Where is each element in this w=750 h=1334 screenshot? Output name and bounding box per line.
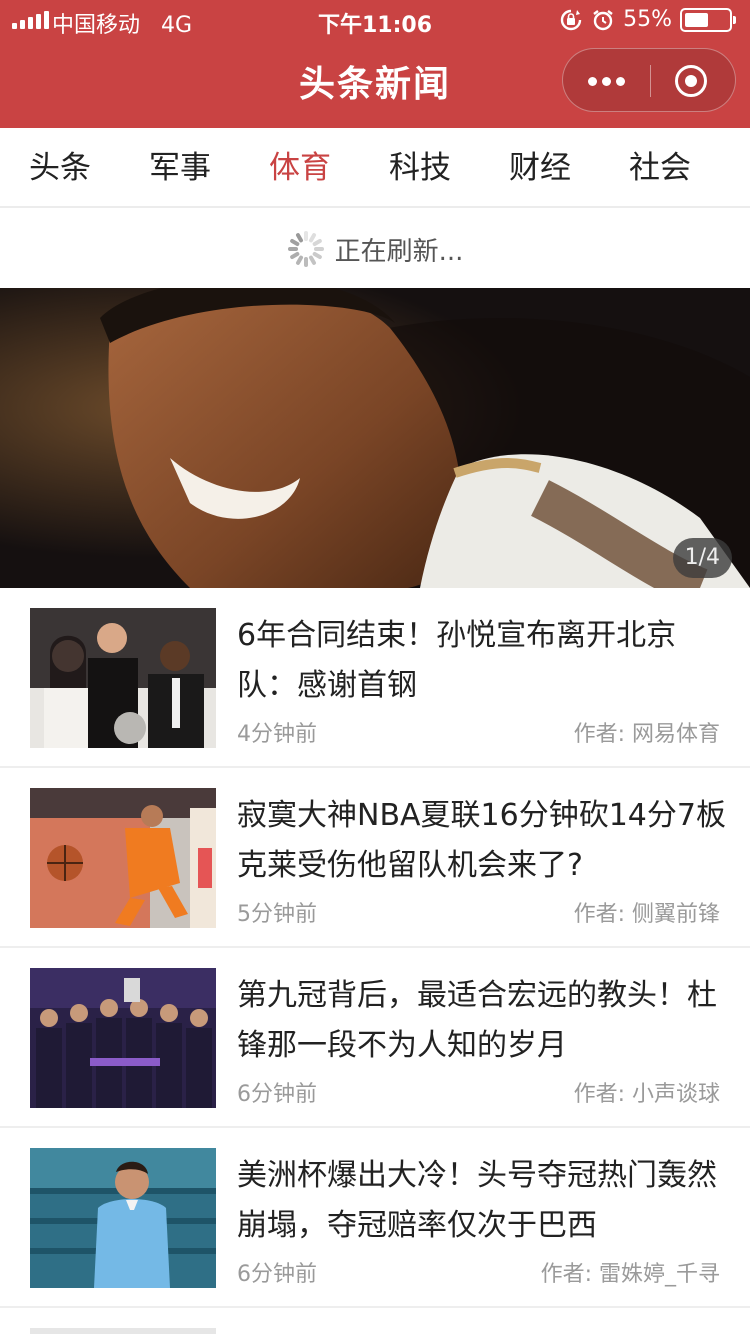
news-item[interactable]: 第九冠背后，最适合宏远的教头！杜锋那一段不为人知的岁月 6分钟前 作者: 小声谈… (0, 948, 750, 1128)
tab-military[interactable]: 军事 (120, 128, 240, 206)
news-title: 6年合同结束！孙悦宣布离开北京队：感谢首钢 (237, 618, 677, 703)
tab-finance[interactable]: 财经 (480, 128, 600, 206)
news-thumbnail (30, 608, 216, 748)
news-author: 作者: 网易体育 (573, 722, 720, 747)
spinner-tick (313, 247, 324, 251)
news-time: 5分钟前 (237, 902, 317, 927)
news-item[interactable]: 寂寞大神NBA夏联16分钟砍14分7板 克莱受伤他留队机会来了? 5分钟前 作者… (0, 768, 750, 948)
news-time: 6分钟前 (237, 1082, 317, 1107)
battery-percent: 55% (623, 7, 672, 32)
tab-headline[interactable]: 头条 (0, 128, 120, 206)
news-author: 作者: 小声谈球 (573, 1082, 720, 1107)
tab-tech[interactable]: 科技 (360, 128, 480, 206)
news-list: 6年合同结束！孙悦宣布离开北京队：感谢首钢 4分钟前 作者: 网易体育 寂寞大神… (0, 588, 750, 1334)
news-thumbnail (30, 968, 216, 1108)
tab-sports[interactable]: 体育 (240, 128, 360, 206)
news-author: 作者: 雷姝婷_千寻 (540, 1262, 720, 1287)
news-time: 6分钟前 (237, 1262, 317, 1287)
loading-spinner-icon (287, 230, 325, 268)
news-item[interactable]: 美洲杯爆出大冷！头号夺冠热门轰然崩塌，夺冠赔率仅次于巴西 6分钟前 作者: 雷姝… (0, 1128, 750, 1308)
banner-carousel[interactable]: 1/4 (0, 288, 750, 588)
category-tabs: 头条 军事 体育 科技 财经 社会 (0, 128, 750, 208)
news-item[interactable] (0, 1308, 750, 1334)
news-thumbnail (30, 1148, 216, 1288)
status-bar: 中国移动 4G 下午11:06 55% (0, 0, 750, 40)
refresh-indicator: 正在刷新... (0, 210, 750, 288)
mini-program-capsule (562, 48, 736, 112)
news-thumbnail (30, 788, 216, 928)
news-title: 寂寞大神NBA夏联16分钟砍14分7板 克莱受伤他留队机会来了? (237, 798, 726, 883)
alarm-icon (593, 9, 613, 30)
tab-society[interactable]: 社会 (600, 128, 720, 206)
spinner-tick (303, 231, 308, 241)
battery-icon (680, 7, 736, 32)
rotation-lock-icon (560, 9, 582, 30)
close-target-icon[interactable] (675, 65, 707, 97)
spinner-tick (303, 257, 308, 267)
more-dots-icon[interactable] (563, 49, 650, 113)
news-time: 4分钟前 (237, 722, 317, 747)
news-thumbnail (30, 1328, 216, 1334)
carousel-counter: 1/4 (672, 538, 732, 578)
news-title: 第九冠背后，最适合宏远的教头！杜锋那一段不为人知的岁月 (237, 978, 717, 1063)
spinner-tick (287, 247, 298, 251)
news-author: 作者: 侧翼前锋 (573, 902, 720, 927)
status-right: 55% (559, 7, 736, 32)
banner-image (0, 288, 750, 588)
app-header: 中国移动 4G 下午11:06 55% 头条新闻 (0, 0, 750, 128)
news-title: 美洲杯爆出大冷！头号夺冠热门轰然崩塌，夺冠赔率仅次于巴西 (237, 1158, 717, 1243)
refresh-text: 正在刷新... (334, 236, 464, 267)
capsule-divider (650, 65, 651, 97)
news-item[interactable]: 6年合同结束！孙悦宣布离开北京队：感谢首钢 4分钟前 作者: 网易体育 (0, 588, 750, 768)
